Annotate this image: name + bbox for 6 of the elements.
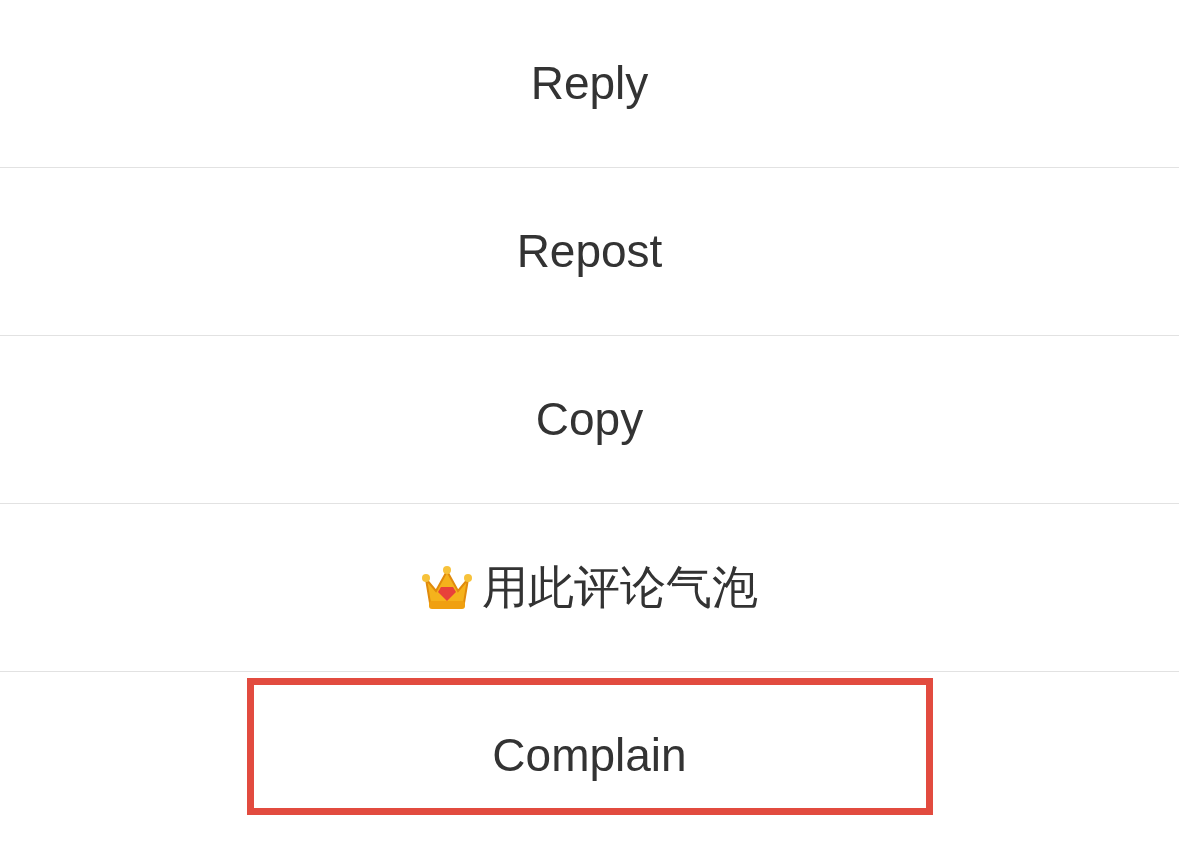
menu-item[interactable]: 用此评论气泡 <box>0 504 1179 672</box>
menu-item[interactable]: Reply <box>0 0 1179 168</box>
menu-item[interactable]: Copy <box>0 336 1179 504</box>
crown-icon <box>421 564 472 611</box>
menu-item[interactable]: Complain <box>246 678 933 815</box>
menu-item[interactable]: Repost <box>0 168 1179 336</box>
